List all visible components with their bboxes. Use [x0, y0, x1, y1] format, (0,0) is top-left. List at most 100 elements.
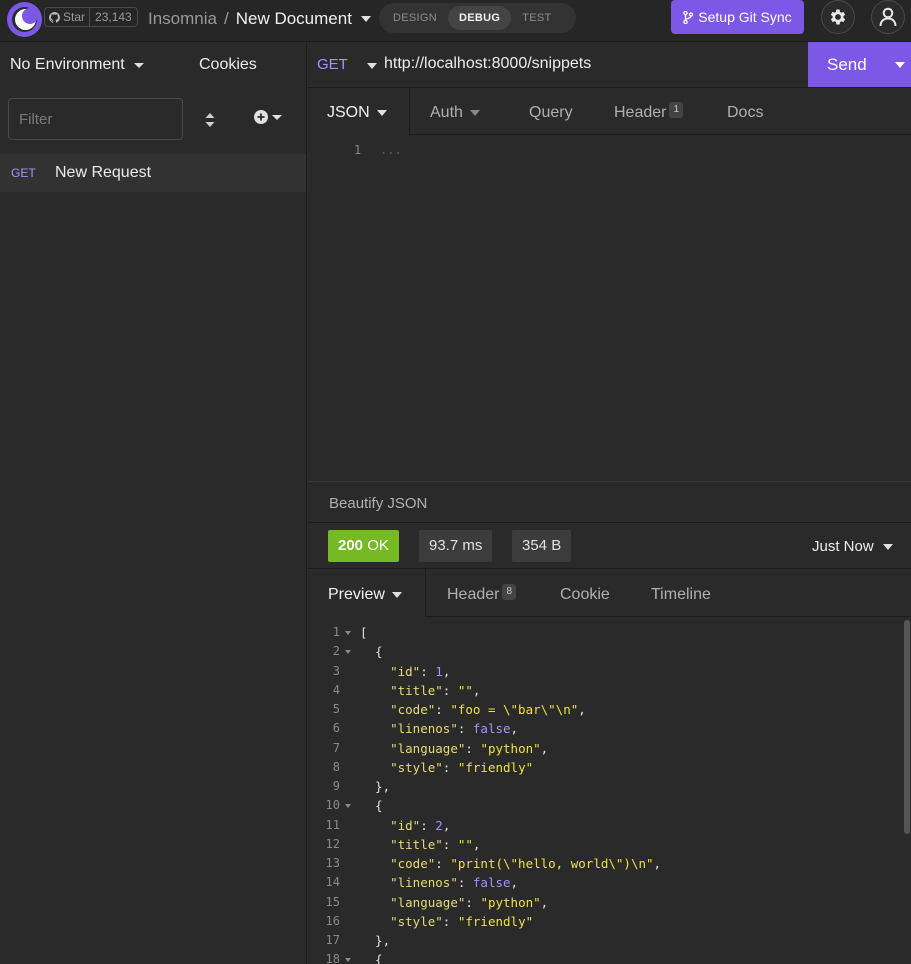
code-line: 8 "style": "friendly" — [308, 760, 908, 779]
breadcrumb-app[interactable]: Insomnia — [148, 9, 217, 29]
line-number: 9 — [332, 779, 340, 793]
code-text: "language": "python", — [390, 894, 549, 910]
line-number: 15 — [325, 894, 340, 909]
line-number: 4 — [332, 682, 340, 697]
chevron-down-icon — [469, 109, 480, 116]
fold-toggle-icon[interactable] — [345, 650, 351, 655]
chevron-down-icon[interactable] — [367, 63, 377, 69]
header-count-badge: 1 — [669, 102, 684, 118]
tab-json-body[interactable]: JSON — [308, 88, 410, 136]
cookies-button[interactable]: Cookies — [199, 56, 257, 74]
code-text: [ — [360, 625, 368, 640]
response-status-bar: 200 OK 93.7 ms 354 B Just Now — [308, 523, 911, 569]
beautify-json-button[interactable]: Beautify JSON — [308, 481, 911, 523]
tab-json-label: JSON — [327, 104, 370, 121]
response-header-count-badge: 8 — [502, 584, 517, 600]
line-number: 14 — [325, 875, 340, 890]
tab-response-header-label: Header — [447, 586, 500, 603]
code-text: }, — [360, 933, 391, 948]
request-body-editor[interactable]: 1 ... — [308, 136, 911, 481]
code-text: { — [360, 644, 383, 660]
code-line: 16 "style": "friendly" — [308, 914, 908, 933]
chevron-down-icon — [391, 591, 402, 598]
line-number: 1 — [354, 143, 362, 157]
setup-git-sync-label: Setup Git Sync — [698, 9, 792, 25]
send-button[interactable]: Send — [808, 42, 911, 87]
line-number: 18 — [325, 952, 340, 964]
tab-preview[interactable]: Preview — [308, 569, 426, 617]
line-number: 17 — [325, 933, 340, 947]
url-input[interactable] — [384, 55, 784, 73]
setup-git-sync-button[interactable]: Setup Git Sync — [671, 0, 804, 34]
fold-toggle-icon[interactable] — [345, 804, 351, 809]
code-line: 14 "linenos": false, — [308, 875, 908, 894]
code-line: 1[ — [308, 625, 908, 644]
url-bar: GET Send — [308, 42, 911, 88]
response-preview[interactable]: 1[2 {3 "id": 1, 4 "title": "", 5 "code": "… — [308, 618, 911, 964]
insomnia-logo-icon[interactable] — [7, 2, 42, 37]
code-line: 15 "language": "python", — [308, 895, 908, 914]
method-selector[interactable]: GET — [317, 56, 348, 73]
line-number: 16 — [325, 913, 340, 928]
fold-toggle-icon[interactable] — [345, 631, 351, 635]
line-number: 13 — [325, 856, 340, 870]
filter-input[interactable] — [8, 98, 183, 140]
mode-test[interactable]: TEST — [511, 6, 562, 30]
code-line: 5 "code": "foo = \"bar\"\n", — [308, 702, 908, 721]
tab-auth[interactable]: Auth — [430, 88, 480, 135]
github-star-button[interactable]: Star — [45, 8, 91, 26]
code-text: "id": 1, — [390, 663, 451, 679]
tab-query[interactable]: Query — [529, 88, 573, 135]
github-star-label: Star — [63, 10, 86, 24]
editor-placeholder: ... — [380, 143, 402, 157]
code-line: 10 { — [308, 798, 908, 817]
tab-response-header[interactable]: Header 8 — [447, 569, 517, 616]
line-number: 12 — [325, 836, 340, 851]
mode-switcher: DESIGN DEBUG TEST — [379, 3, 576, 33]
fold-toggle-icon[interactable] — [345, 958, 351, 963]
code-line: 3 "id": 1, — [308, 664, 908, 683]
chevron-down-icon[interactable] — [360, 16, 371, 22]
user-icon — [879, 7, 897, 27]
tab-docs[interactable]: Docs — [727, 88, 763, 135]
environment-selector[interactable]: No Environment — [10, 56, 144, 74]
tab-cookie[interactable]: Cookie — [560, 569, 610, 616]
code-text: "style": "friendly" — [390, 759, 534, 775]
breadcrumb-separator: / — [223, 9, 229, 28]
code-line: 12 "title": "", — [308, 837, 908, 856]
code-line: 2 { — [308, 644, 908, 663]
add-request-button[interactable] — [254, 110, 282, 124]
sidebar-request-item[interactable]: GET New Request — [0, 154, 306, 192]
code-text: { — [360, 952, 383, 964]
scrollbar[interactable] — [904, 620, 910, 834]
tab-preview-label: Preview — [328, 586, 385, 603]
code-text: "title": "", — [390, 682, 481, 698]
plus-circle-icon — [254, 110, 268, 124]
line-number: 3 — [332, 663, 340, 678]
sort-icon[interactable] — [200, 110, 220, 130]
git-branch-icon — [683, 10, 694, 24]
tab-header[interactable]: Header 1 — [614, 88, 684, 135]
line-number: 7 — [332, 740, 340, 755]
code-text: }, — [360, 779, 391, 794]
github-star-widget[interactable]: Star 23,143 — [44, 7, 138, 27]
code-line: 11 "id": 2, — [308, 818, 908, 837]
line-number: 10 — [325, 798, 340, 813]
request-name: New Request — [55, 164, 152, 181]
line-number: 11 — [325, 817, 340, 832]
breadcrumb: Insomnia / New Document — [148, 9, 371, 29]
breadcrumb-document[interactable]: New Document — [236, 9, 352, 29]
response-size-badge: 354 B — [512, 530, 572, 562]
status-code: 200 — [338, 537, 364, 554]
settings-button[interactable] — [821, 0, 855, 34]
chevron-down-icon — [882, 543, 893, 550]
mode-design[interactable]: DESIGN — [382, 6, 448, 30]
environment-label: No Environment — [10, 56, 125, 73]
send-dropdown-icon[interactable] — [895, 62, 905, 68]
tab-timeline[interactable]: Timeline — [651, 569, 711, 616]
mode-debug[interactable]: DEBUG — [447, 6, 512, 30]
code-line: 18 { — [308, 952, 908, 964]
account-button[interactable] — [871, 0, 905, 34]
response-history-dropdown[interactable]: Just Now — [812, 538, 893, 555]
github-star-count: 23,143 — [95, 10, 132, 24]
